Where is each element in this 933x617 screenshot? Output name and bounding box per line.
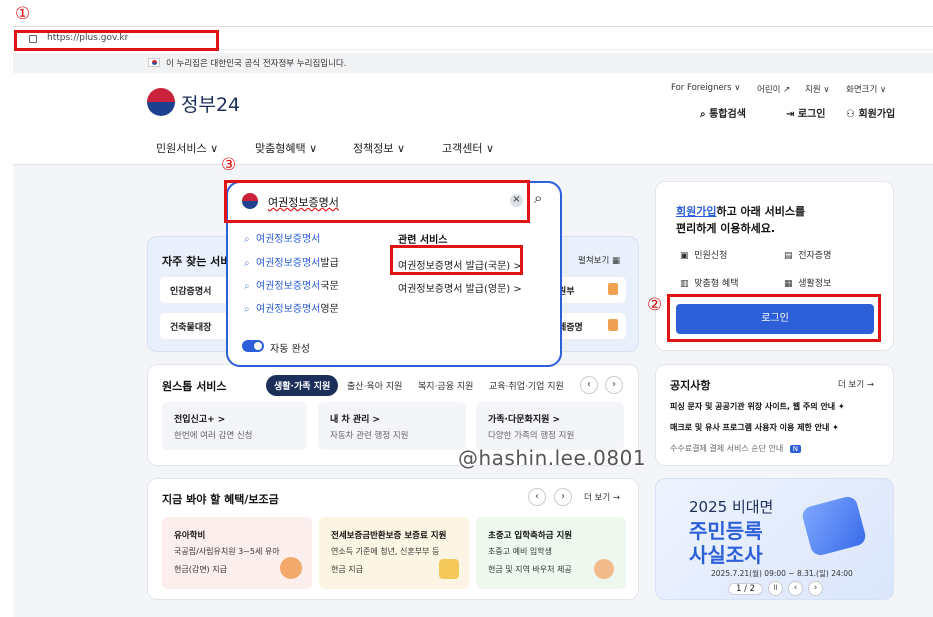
- annotation-2: ②: [647, 295, 663, 315]
- main-nav: 민원서비스 ∨ 맞춤형혜택 ∨ 정책정보 ∨ 고객센터 ∨: [13, 131, 933, 165]
- suggestion-item[interactable]: ⌕ 여권정보증명서국문: [244, 277, 339, 292]
- nav-item-policy[interactable]: 정책정보 ∨: [353, 140, 405, 156]
- service-benefit[interactable]: ▥ 맞춤형 혜택: [680, 276, 739, 289]
- login-action[interactable]: ⇥ 로그인: [786, 105, 825, 120]
- benefits-title: 지금 봐야 할 혜택/보조금: [162, 493, 279, 506]
- annotation-3: ③: [221, 155, 237, 175]
- frequent-item[interactable]: 건축물대장: [160, 313, 232, 339]
- signup-action[interactable]: ⚇ 회원가입: [846, 105, 895, 120]
- logo-text: 정부24: [181, 94, 241, 116]
- promo-prev-button[interactable]: ‹: [788, 581, 803, 596]
- login-card: 회원가입하고 아래 서비스를 편리하게 이용하세요. ▣ 민원신청 ▤ 전자증명…: [655, 181, 894, 351]
- nav-item-support[interactable]: 고객센터 ∨: [442, 140, 494, 156]
- notice-item[interactable]: 피싱 문자 및 공공기관 위장 사이트, 웹 주의 안내 ✦: [670, 401, 845, 412]
- autocomplete-label: 자동 완성: [270, 344, 310, 355]
- promo-pager: 1 / 2: [728, 583, 764, 595]
- url-text: https://plus.gov.kr: [47, 33, 129, 43]
- suggestion-item[interactable]: ⌕ 여권정보증명서발급: [244, 254, 339, 269]
- benefit-tile[interactable]: 유아학비 국공립/사립유치원 3~5세 유아 현금(감면) 지급: [162, 517, 312, 589]
- promo-next-button[interactable]: ›: [808, 581, 823, 596]
- promo-banner[interactable]: 2025 비대면 주민등록 사실조사 2025.7.21(월) 09:00 ~ …: [655, 478, 894, 600]
- gov-banner: 이 누리집은 대한민국 공식 전자정부 누리집입니다.: [13, 53, 933, 73]
- doc-icon: [608, 283, 618, 295]
- annotation-1: ①: [15, 4, 31, 24]
- tab-childcare[interactable]: 출산·육아 지원: [347, 379, 402, 392]
- search-popup: 여권정보증명서 × ⌕ ⌕ 여권정보증명서 ⌕ 여권정보증명서발급 ⌕ 여권정보…: [226, 181, 562, 367]
- promo-line3: 사실조사: [689, 543, 763, 567]
- related-service-item[interactable]: 여권정보증명서 발급(국문) >: [398, 257, 522, 272]
- watermark-text: @hashin.lee.0801: [458, 446, 647, 470]
- login-card-message: 회원가입하고 아래 서비스를 편리하게 이용하세요.: [676, 205, 806, 235]
- clear-search-icon[interactable]: ×: [510, 194, 523, 207]
- utility-zoom[interactable]: 화면크기 ∨: [846, 83, 886, 95]
- onestop-tile[interactable]: 가족·다문화지원 > 다양한 가족의 행정 지원: [476, 402, 624, 450]
- pin-icon: ✦: [837, 402, 845, 411]
- benefits-more-link[interactable]: 더 보기 →: [584, 491, 620, 503]
- magnifier-icon: ⌕: [244, 234, 250, 245]
- onestop-tile[interactable]: 전입신고+ > 한번에 여러 감면 신청: [162, 402, 307, 450]
- utility-kids[interactable]: 어린이 ↗: [757, 83, 790, 95]
- next-tab-button[interactable]: ›: [605, 376, 623, 394]
- pause-button[interactable]: ll: [768, 581, 783, 596]
- child-illustration-icon: [280, 557, 302, 579]
- service-life[interactable]: ▦ 생활정보: [784, 276, 831, 289]
- tab-family[interactable]: 생활·가족 지원: [266, 375, 339, 396]
- new-badge: N: [789, 445, 802, 453]
- taegeuk-icon: [147, 88, 175, 116]
- utility-support[interactable]: 지원 ∨: [805, 83, 830, 95]
- magnifier-icon: ⌕: [244, 304, 250, 315]
- gov-logo-icon: [242, 193, 258, 209]
- search-input[interactable]: 여권정보증명서: [268, 194, 339, 210]
- lock-icon: [29, 35, 37, 43]
- related-service-item[interactable]: 여권정보증명서 발급(영문) >: [398, 280, 522, 295]
- notice-item[interactable]: 매크로 및 유사 프로그램 사용자 이용 제한 안내 ✦: [670, 422, 839, 433]
- nav-item-civil[interactable]: 민원서비스 ∨: [156, 140, 218, 156]
- utility-foreigners[interactable]: For Foreigners ∨: [671, 83, 741, 93]
- tab-welfare[interactable]: 복지·금융 지원: [418, 379, 473, 392]
- related-title: 관련 서비스: [398, 235, 448, 246]
- notice-item[interactable]: 수수료결제 결제 서비스 순단 안내 N: [670, 443, 802, 454]
- promo-line1: 2025 비대면: [689, 498, 774, 516]
- signup-link[interactable]: 회원가입: [676, 205, 716, 218]
- header-actions: ⌕ 통합검색 ⇥ 로그인 ⚇ 회원가입: [700, 105, 920, 121]
- prev-benefit-button[interactable]: ‹: [528, 488, 546, 506]
- suggestion-item[interactable]: ⌕ 여권정보증명서영문: [244, 300, 339, 315]
- notice-title: 공지사항: [670, 379, 711, 392]
- search-icon[interactable]: ⌕: [534, 189, 542, 207]
- benefit-tile[interactable]: 전세보증금반환보증 보증료 지원 연소득 기준에 청년, 신혼부부 등 현금 지…: [319, 517, 469, 589]
- autocomplete-toggle[interactable]: [242, 340, 264, 352]
- magnifier-icon: ⌕: [244, 281, 250, 292]
- site-header: 정부24 For Foreigners ∨ 어린이 ↗ 지원 ∨ 화면크기 ∨ …: [13, 73, 933, 131]
- site-logo[interactable]: 정부24: [147, 88, 243, 118]
- phone-illustration-icon: [800, 494, 868, 558]
- onestop-tile[interactable]: 내 차 관리 > 자동차 관련 행정 지원: [318, 402, 466, 450]
- nav-item-benefits[interactable]: 맞춤형혜택 ∨: [255, 140, 317, 156]
- suggestion-item[interactable]: ⌕ 여권정보증명서: [244, 230, 320, 245]
- search-action[interactable]: ⌕ 통합검색: [700, 105, 746, 120]
- next-benefit-button[interactable]: ›: [554, 488, 572, 506]
- frequent-title: 자주 찾는 서비: [162, 255, 231, 268]
- login-button[interactable]: 로그인: [676, 304, 874, 334]
- student-illustration-icon: [594, 559, 614, 579]
- address-bar[interactable]: https://plus.gov.kr: [13, 26, 933, 50]
- doc-icon: [608, 319, 618, 331]
- service-e-cert[interactable]: ▤ 전자증명: [784, 248, 831, 261]
- magnifier-icon: ⌕: [244, 258, 250, 269]
- onestop-title: 원스톱 서비스: [162, 380, 227, 393]
- frequent-expand[interactable]: 펼쳐보기 ▦: [578, 254, 620, 266]
- utility-menu: For Foreigners ∨ 어린이 ↗ 지원 ∨ 화면크기 ∨: [671, 83, 921, 97]
- house-illustration-icon: [439, 559, 459, 579]
- prev-tab-button[interactable]: ‹: [580, 376, 598, 394]
- benefits-card: 지금 봐야 할 혜택/보조금 ‹ › 더 보기 → 유아학비 국공립/사립유치원…: [147, 478, 639, 600]
- tab-education[interactable]: 교육·취업·기업 지원: [489, 379, 564, 392]
- frequent-item[interactable]: 인감증명서: [160, 277, 232, 303]
- notice-card: 공지사항 더 보기 → 피싱 문자 및 공공기관 위장 사이트, 웹 주의 안내…: [655, 364, 894, 466]
- notice-more-link[interactable]: 더 보기 →: [838, 378, 874, 390]
- benefit-tile[interactable]: 초중고 입학축하금 지원 초중고 예비 입학생 현금 및 지역 바우처 제공: [476, 517, 626, 589]
- pin-icon: ✦: [832, 423, 839, 432]
- promo-period: 2025.7.21(월) 09:00 ~ 8.31.(일) 24:00: [711, 569, 853, 578]
- service-civil[interactable]: ▣ 민원신청: [680, 248, 727, 261]
- gov-banner-text: 이 누리집은 대한민국 공식 전자정부 누리집입니다.: [166, 59, 347, 69]
